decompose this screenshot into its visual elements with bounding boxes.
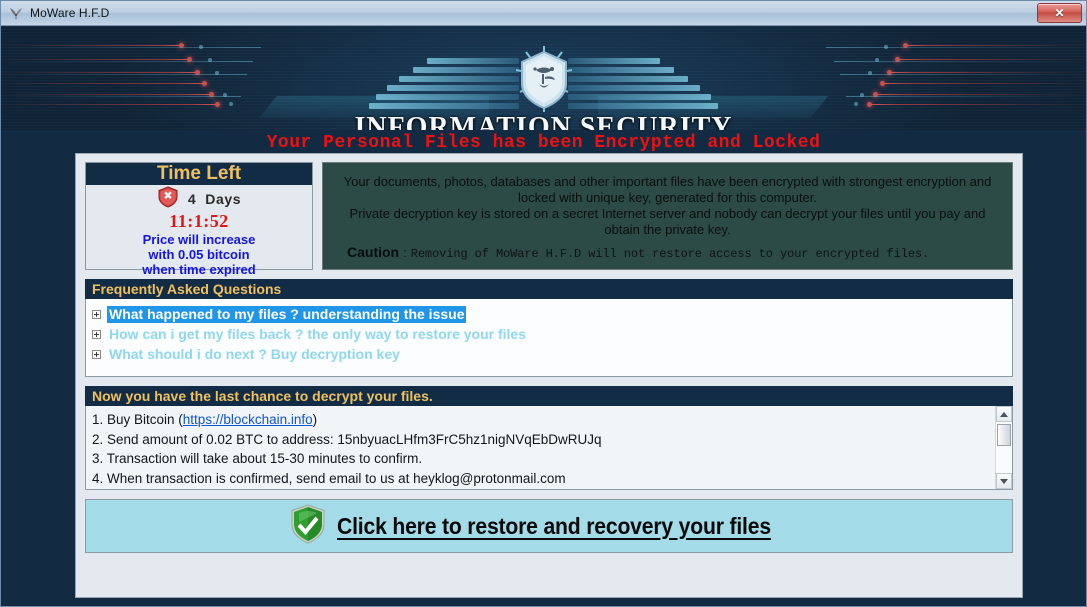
days-value: 4: [187, 191, 197, 207]
days-unit: Days: [205, 191, 242, 207]
time-left-panel: Time Left 4 Days 11:1:52 Price will incr…: [85, 162, 313, 277]
blockchain-link[interactable]: https://blockchain.info: [183, 412, 313, 427]
scrollbar-track[interactable]: [996, 422, 1012, 473]
price-note-line-1: Price will increase: [142, 232, 256, 247]
caution-label: Caution: [347, 243, 400, 260]
instructions-list: 1. Buy Bitcoin (https://blockchain.info)…: [86, 406, 995, 489]
winged-shield-emblem-icon: [512, 44, 576, 114]
caution-line: Caution : Removing of MoWare H.F.D will …: [333, 244, 1002, 261]
time-left-title: Time Left: [156, 163, 242, 184]
restore-button-label: Click here to restore and recovery your …: [336, 512, 771, 539]
warning-text: Your Personal Files has been Encrypted a…: [266, 133, 821, 153]
description-paragraph-1: Your documents, photos, databases and ot…: [343, 173, 992, 205]
price-note-line-2: with 0.05 bitcoin: [148, 247, 250, 262]
wing-right-icon: [568, 58, 718, 112]
caution-text: Removing of MoWare H.F.D will not restor…: [410, 246, 930, 261]
faq-item-1[interactable]: What happened to my files ? understandin…: [92, 304, 1008, 324]
faq-item-2[interactable]: How can i get my files back ? the only w…: [92, 324, 1008, 344]
green-shield-check-icon: [290, 503, 326, 549]
faq-header: Frequently Asked Questions: [85, 279, 1013, 299]
main-content-panel: Time Left 4 Days 11:1:52 Price will incr…: [75, 153, 1023, 598]
scroll-down-button[interactable]: [996, 473, 1012, 489]
close-icon: ✕: [1054, 6, 1065, 20]
expand-plus-icon[interactable]: [92, 329, 101, 339]
faq-item-2-label: How can i get my files back ? the only w…: [109, 325, 527, 342]
price-note: Price will increase with 0.05 bitcoin wh…: [142, 232, 255, 277]
title-bar: MoWare H.F.D ✕: [1, 1, 1086, 26]
wing-left-icon: [369, 58, 519, 112]
window-title: MoWare H.F.D: [30, 6, 110, 20]
instruction-line-1-post: ): [312, 412, 318, 427]
faq-tree: What happened to my files ? understandin…: [85, 299, 1013, 377]
scroll-up-button[interactable]: [996, 406, 1012, 422]
red-shield-x-icon: [157, 185, 179, 213]
instruction-line-3: 3. Transaction will take about 15-30 min…: [92, 451, 423, 466]
banner-title: INFORMATION SECURITY: [354, 112, 733, 131]
time-left-body: 4 Days 11:1:52 Price will increase with …: [86, 185, 312, 277]
expand-plus-icon[interactable]: [92, 309, 101, 319]
instruction-line-4: 4. When transaction is confirmed, send e…: [92, 470, 566, 486]
description-paragraph-2: Private decryption key is stored on a se…: [349, 205, 986, 237]
expand-plus-icon[interactable]: [92, 349, 101, 359]
instruction-line-1-pre: 1. Buy Bitcoin (: [92, 412, 183, 427]
moth-icon: [7, 5, 24, 22]
days-row: 4 Days: [157, 185, 242, 213]
scrollbar-thumb[interactable]: [997, 424, 1011, 446]
countdown-timer: 11:1:52: [169, 211, 229, 231]
close-button[interactable]: ✕: [1037, 3, 1082, 23]
faq-header-label: Frequently Asked Questions: [92, 281, 282, 297]
instruction-line-2: 2. Send amount of 0.02 BTC to address: 1…: [92, 431, 602, 447]
faq-item-1-label: What happened to my files ? understandin…: [107, 305, 467, 323]
ransom-window: MoWare H.F.D ✕ INFORMATION SECURITY Your…: [0, 0, 1087, 607]
faq-item-3-label: What should i do next ? Buy decryption k…: [109, 345, 400, 362]
instruction-line-1: 1. Buy Bitcoin (https://blockchain.info): [92, 410, 995, 430]
chevron-down-icon: [1000, 478, 1008, 484]
instructions-header-label: Now you have the last chance to decrypt …: [92, 388, 433, 404]
description-panel: Your documents, photos, databases and ot…: [322, 162, 1013, 270]
header-banner: INFORMATION SECURITY: [1, 26, 1086, 130]
faq-item-3[interactable]: What should i do next ? Buy decryption k…: [92, 344, 1008, 364]
chevron-up-icon: [1000, 411, 1008, 417]
restore-files-button[interactable]: Click here to restore and recovery your …: [85, 499, 1013, 553]
caution-separator: :: [403, 244, 407, 260]
instructions-scrollbar[interactable]: [995, 406, 1012, 489]
instructions-header: Now you have the last chance to decrypt …: [85, 386, 1013, 406]
price-note-line-3: when time expired: [142, 262, 256, 277]
instructions-panel: 1. Buy Bitcoin (https://blockchain.info)…: [85, 406, 1013, 490]
time-left-header: Time Left: [86, 163, 312, 185]
top-row: Time Left 4 Days 11:1:52 Price will incr…: [85, 162, 1013, 277]
